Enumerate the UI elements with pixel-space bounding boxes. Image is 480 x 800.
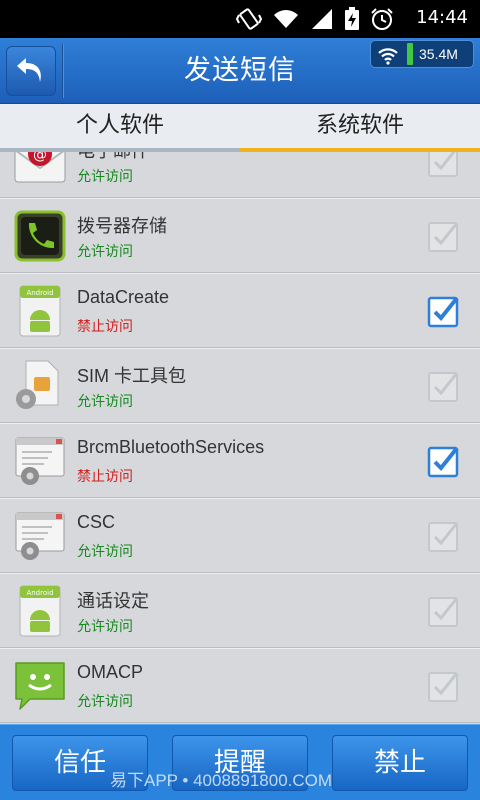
phone-icon [14,210,66,262]
status-bar: 14:44 [0,0,480,38]
tab-bar: 个人软件 系统软件 [0,104,480,152]
network-usage-badge[interactable]: 35.4M [370,40,474,68]
app-list[interactable]: @ 电子邮件 允许访问 拨号器存储 允许访问 Android D [0,152,480,724]
list-item[interactable]: 拨号器存储 允许访问 [0,198,480,273]
app-permission-status: 允许访问 [77,394,133,410]
app-permission-status: 允许访问 [77,169,133,185]
checkbox-checked-icon[interactable] [426,443,462,479]
back-button[interactable] [6,46,56,96]
wifi-icon [378,48,398,65]
app-permission-status: 允许访问 [77,694,133,710]
list-item[interactable]: Android DataCreate 禁止访问 [0,273,480,348]
app-name: 电子邮件 [77,152,149,163]
app-name: OMACP [77,662,144,682]
app-name: 通话设定 [77,591,149,611]
signal-icon [312,9,332,29]
wifi-icon [274,10,298,28]
app-name: SIM 卡工具包 [77,366,187,386]
vibrate-icon [236,8,262,30]
checkbox-unchecked-icon[interactable] [426,368,462,404]
android-icon: Android [19,585,61,637]
network-usage-value: 35.4M [419,46,458,62]
battery-charging-icon [345,7,359,30]
checkbox-unchecked-icon[interactable] [426,518,462,554]
app-permission-status: 允许访问 [77,619,133,635]
list-item[interactable]: Android 通话设定 允许访问 [0,573,480,648]
android-icon: Android [19,285,61,337]
list-item[interactable]: BrcmBluetoothServices 禁止访问 [0,423,480,498]
title-bar: 发送短信 35.4M [0,38,480,104]
app-name: 拨号器存储 [77,216,167,236]
usage-bar [407,43,413,65]
app-permission-status: 允许访问 [77,244,133,260]
checkbox-unchecked-icon[interactable] [426,593,462,629]
checkbox-unchecked-icon[interactable] [426,152,462,179]
forbid-button[interactable]: 禁止 [332,735,468,791]
message-icon [15,662,65,710]
status-icons [236,6,394,32]
divider [62,44,64,98]
app-permission-status: 允许访问 [77,544,133,560]
back-arrow-icon [17,58,41,82]
app-name: DataCreate [77,287,170,307]
list-item[interactable]: OMACP 允许访问 [0,648,480,723]
app-permission-status: 禁止访问 [77,469,133,485]
app-name: BrcmBluetoothServices [77,437,265,457]
tab-system-software[interactable]: 系统软件 [240,104,480,152]
app-name: CSC [77,512,116,532]
window-gear-icon [15,437,65,485]
checkbox-unchecked-icon[interactable] [426,668,462,704]
list-item[interactable]: CSC 允许访问 [0,498,480,573]
list-item[interactable]: @ 电子邮件 允许访问 [0,152,480,198]
list-item[interactable]: SIM 卡工具包 允许访问 [0,348,480,423]
tab-personal-software[interactable]: 个人软件 [0,104,240,152]
window-gear-icon [15,512,65,560]
svg-text:Android: Android [26,289,53,297]
svg-text:Android: Android [26,589,53,597]
svg-text:@: @ [33,152,47,163]
clock: 14:44 [416,7,468,28]
email-icon: @ [14,152,66,183]
sim-card-icon [16,360,59,409]
checkbox-unchecked-icon[interactable] [426,218,462,254]
app-permission-status: 禁止访问 [77,319,133,335]
alarm-icon [371,8,393,30]
checkbox-checked-icon[interactable] [426,293,462,329]
watermark: 易下APP • 4008891800.COM [110,771,333,790]
